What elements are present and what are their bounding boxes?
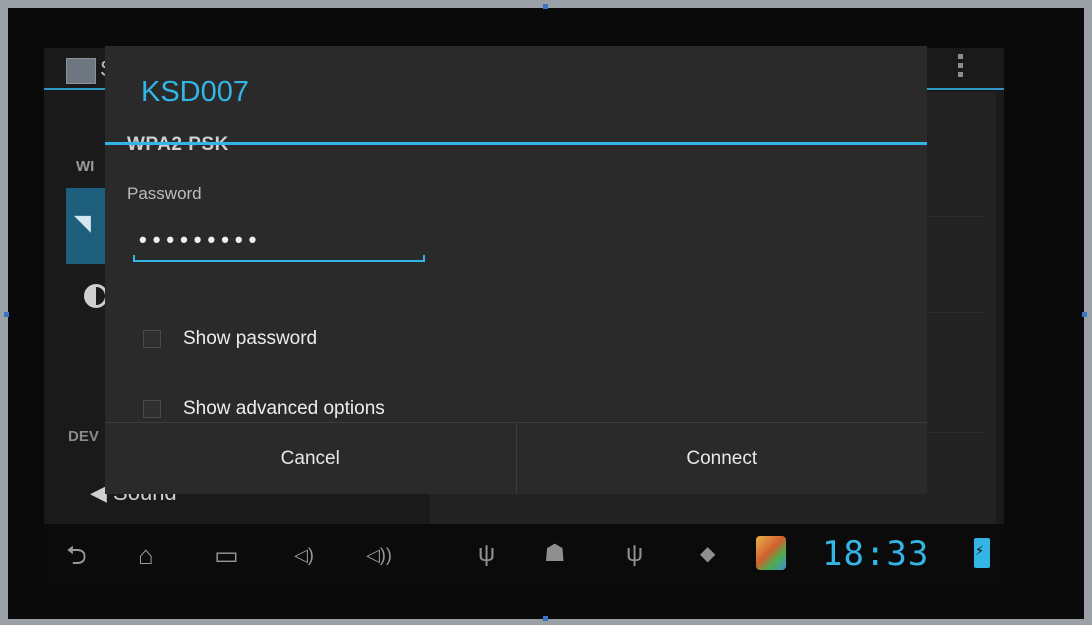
android-debug-icon: ☗ — [544, 540, 566, 567]
back-icon[interactable]: ⮌ — [66, 542, 87, 568]
overflow-menu-icon[interactable] — [956, 50, 966, 84]
wifi-connect-dialog: KSD007 WPA2 PSK Password ••••••••• Show … — [105, 46, 927, 494]
wifi-icon: ◆ — [700, 543, 716, 565]
home-icon[interactable]: ⌂ — [138, 542, 154, 568]
recent-apps-icon[interactable]: ▭ — [214, 542, 239, 568]
dialog-title-divider — [105, 142, 927, 145]
dialog-button-bar: Cancel Connect — [105, 422, 927, 494]
volume-up-icon[interactable]: ◁)) — [366, 542, 392, 568]
selection-handle — [543, 616, 548, 621]
selection-handle — [1082, 312, 1087, 317]
cancel-button[interactable]: Cancel — [105, 423, 517, 494]
device-header: DEV — [68, 428, 99, 445]
battery-charging-icon — [974, 538, 990, 568]
connect-button[interactable]: Connect — [517, 423, 928, 494]
selection-handle — [543, 4, 548, 9]
system-bar: ⮌ ⌂ ▭ ◁) ◁)) ψ ☗ ψ ◆ 18:33 — [44, 524, 1004, 584]
wifi-icon: ◥ — [74, 210, 91, 235]
volume-down-icon[interactable]: ◁) — [294, 542, 314, 568]
password-input[interactable]: ••••••••• — [133, 222, 425, 262]
usb-icon: ψ — [626, 540, 644, 567]
show-advanced-label: Show advanced options — [183, 398, 385, 419]
show-password-checkbox[interactable] — [143, 330, 161, 348]
password-label: Password — [127, 184, 202, 203]
show-advanced-row[interactable]: Show advanced options — [143, 398, 385, 420]
dialog-title: KSD007 — [141, 76, 250, 108]
show-advanced-checkbox[interactable] — [143, 400, 161, 418]
show-password-row[interactable]: Show password — [143, 328, 317, 350]
security-value: WPA2 PSK — [127, 134, 229, 156]
app-notification-icon[interactable] — [756, 536, 786, 570]
settings-app-icon — [66, 58, 96, 84]
show-password-label: Show password — [183, 328, 318, 349]
wireless-header: WI — [76, 158, 95, 175]
selection-handle — [4, 312, 9, 317]
usb-icon: ψ — [478, 540, 496, 567]
clock: 18:33 — [822, 534, 930, 574]
